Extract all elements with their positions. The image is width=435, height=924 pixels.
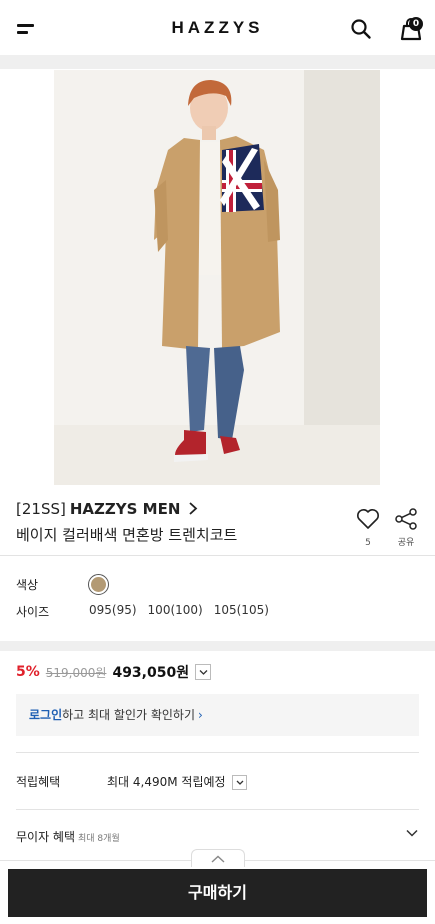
product-image[interactable] bbox=[54, 70, 380, 485]
product-info: [21SS] HAZZYS MEN 베이지 컬러배색 면혼방 트렌치코트 bbox=[16, 500, 356, 545]
search-icon[interactable] bbox=[350, 18, 372, 40]
points-label: 적립혜택 bbox=[16, 775, 61, 789]
points-detail-toggle[interactable] bbox=[232, 775, 248, 790]
section-separator bbox=[0, 55, 435, 69]
product-photo-illustration bbox=[54, 70, 380, 485]
buy-button[interactable]: 구매하기 bbox=[8, 869, 427, 917]
color-swatch[interactable] bbox=[88, 574, 109, 595]
expand-handle[interactable] bbox=[191, 849, 245, 867]
share-icon bbox=[395, 508, 417, 530]
login-notice[interactable]: 로그인하고 최대 할인가 확인하기 › bbox=[16, 694, 419, 736]
wish-count: 5 bbox=[365, 538, 371, 548]
divider bbox=[0, 555, 435, 556]
color-label: 색상 bbox=[16, 578, 39, 592]
login-link[interactable]: 로그인 bbox=[29, 708, 62, 722]
product-name: 베이지 컬러배색 면혼방 트렌치코트 bbox=[16, 526, 238, 544]
size-option[interactable]: 095(95) bbox=[89, 603, 137, 617]
installment-label: 무이자 혜택 bbox=[16, 830, 76, 844]
chevron-right-icon bbox=[189, 502, 198, 515]
sale-price: 493,050원 bbox=[112, 665, 190, 681]
cart-count-badge: 0 bbox=[409, 17, 423, 31]
wishlist-button[interactable] bbox=[356, 508, 380, 534]
price-detail-toggle[interactable] bbox=[195, 664, 212, 680]
divider bbox=[16, 809, 419, 810]
chevron-up-icon bbox=[211, 855, 225, 863]
size-options: 095(95) 100(100) 105(105) bbox=[89, 603, 280, 617]
original-price: 519,000원 bbox=[45, 665, 107, 680]
brand-line[interactable]: [21SS] HAZZYS MEN bbox=[16, 500, 356, 518]
discount-rate: 5% bbox=[16, 664, 40, 680]
top-header: HAZZYS 0 bbox=[0, 0, 435, 55]
points-row: 적립혜택 최대 4,490M 적립예정 bbox=[16, 773, 419, 790]
installment-sub: 최대 8개월 bbox=[78, 834, 120, 844]
size-option[interactable]: 100(100) bbox=[148, 603, 203, 617]
share-button[interactable] bbox=[394, 508, 418, 534]
section-separator bbox=[0, 641, 435, 651]
points-value-wrap: 최대 4,490M 적립예정 bbox=[107, 773, 248, 790]
login-notice-text: 하고 최대 할인가 확인하기 bbox=[62, 708, 196, 722]
share-label: 공유 bbox=[397, 538, 415, 548]
size-label: 사이즈 bbox=[16, 605, 50, 619]
size-option[interactable]: 105(105) bbox=[214, 603, 269, 617]
brand-name-link[interactable]: HAZZYS MEN bbox=[70, 500, 181, 518]
chevron-down-icon bbox=[236, 780, 244, 785]
season-tag: [21SS] bbox=[16, 500, 66, 518]
installment-row[interactable]: 무이자 혜택 최대 8개월 bbox=[16, 828, 419, 845]
chevron-right-icon: › bbox=[198, 708, 203, 722]
divider bbox=[16, 752, 419, 753]
heart-icon bbox=[357, 509, 379, 529]
points-value: 최대 4,490M 적립예정 bbox=[107, 775, 226, 789]
chevron-down-icon bbox=[199, 670, 208, 675]
price-row: 5% 519,000원 493,050원 bbox=[16, 663, 212, 681]
chevron-down-icon[interactable] bbox=[406, 829, 418, 837]
